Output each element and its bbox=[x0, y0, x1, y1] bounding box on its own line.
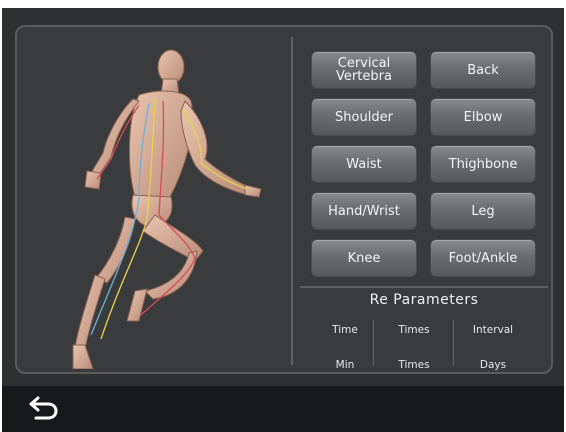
anatomy-figure-image bbox=[72, 49, 262, 369]
content-panel: Cervical Vertebra Back Shoulder Elbow Wa… bbox=[15, 25, 553, 374]
times-unit[interactable]: Times bbox=[374, 359, 454, 371]
hand-wrist-button[interactable]: Hand/Wrist bbox=[311, 192, 417, 230]
vertical-divider bbox=[291, 37, 293, 365]
parameters-title: Re Parameters bbox=[369, 292, 479, 308]
foot-ankle-button[interactable]: Foot/Ankle bbox=[430, 239, 536, 277]
bottom-bar bbox=[2, 386, 564, 432]
thighbone-button[interactable]: Thighbone bbox=[430, 145, 536, 183]
shoulder-button[interactable]: Shoulder bbox=[311, 98, 417, 136]
horizontal-divider bbox=[300, 286, 548, 288]
elbow-button[interactable]: Elbow bbox=[430, 98, 536, 136]
interval-unit[interactable]: Days bbox=[453, 359, 533, 371]
times-header: Times bbox=[398, 324, 430, 336]
leg-button[interactable]: Leg bbox=[430, 192, 536, 230]
back-button[interactable]: Back bbox=[430, 51, 536, 89]
knee-button[interactable]: Knee bbox=[311, 239, 417, 277]
cervical-vertebra-button[interactable]: Cervical Vertebra bbox=[311, 51, 417, 89]
waist-button[interactable]: Waist bbox=[311, 145, 417, 183]
back-arrow-icon[interactable] bbox=[26, 396, 60, 422]
interval-header: Interval bbox=[472, 324, 514, 336]
main-screen: Cervical Vertebra Back Shoulder Elbow Wa… bbox=[2, 8, 564, 386]
